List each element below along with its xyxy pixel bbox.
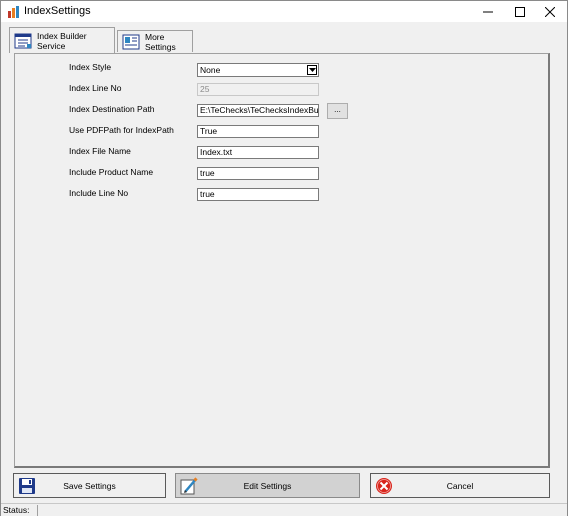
- index-style-value: None: [200, 65, 221, 75]
- index-destination-path-field[interactable]: E:\TeChecks\TeChecksIndexBuilder\: [197, 104, 319, 117]
- minimize-icon: [483, 11, 493, 12]
- tab-index-builder-service[interactable]: Index Builder Service: [9, 27, 115, 53]
- title-bar: IndexSettings: [1, 1, 567, 22]
- edit-pencil-icon: [180, 477, 198, 495]
- index-line-no-label: Index Line No: [69, 83, 122, 93]
- window-title: IndexSettings: [24, 5, 91, 17]
- minimize-button[interactable]: [471, 1, 505, 22]
- cancel-label: Cancel: [446, 480, 474, 491]
- tab-more-settings[interactable]: More Settings: [117, 30, 193, 52]
- maximize-button[interactable]: [503, 1, 537, 22]
- tab-label: More Settings: [145, 31, 176, 52]
- use-pdfpath-field[interactable]: True: [197, 125, 319, 138]
- app-icon: [7, 5, 21, 19]
- browse-button[interactable]: ...: [327, 103, 348, 119]
- use-pdfpath-label: Use PDFPath for IndexPath: [69, 125, 174, 135]
- maximize-icon: [515, 6, 525, 17]
- save-settings-label: Save Settings: [63, 480, 116, 491]
- include-product-name-field[interactable]: true: [197, 167, 319, 180]
- tab-label: Index Builder Service: [37, 30, 87, 51]
- include-product-name-label: Include Product Name: [69, 167, 154, 177]
- index-file-name-field[interactable]: Index.txt: [197, 146, 319, 159]
- cancel-button[interactable]: Cancel: [370, 473, 550, 498]
- status-label: Status:: [3, 505, 30, 515]
- index-style-select[interactable]: None: [197, 63, 319, 77]
- index-file-name-label: Index File Name: [69, 146, 131, 156]
- tab-strip: Index Builder Service More Settings: [9, 27, 559, 53]
- cancel-x-icon: [375, 477, 393, 495]
- save-settings-button[interactable]: Save Settings: [13, 473, 166, 498]
- chevron-down-icon[interactable]: [307, 65, 317, 75]
- include-line-no-label: Include Line No: [69, 188, 129, 198]
- index-destination-path-label: Index Destination Path: [69, 104, 155, 114]
- floppy-disk-icon: [18, 477, 36, 495]
- status-bar: Status:: [1, 503, 567, 516]
- close-button[interactable]: [533, 1, 567, 22]
- settings-window: IndexSettings Index Builder Service More…: [0, 0, 568, 516]
- card-icon: [122, 34, 140, 50]
- index-line-no-field[interactable]: 25: [197, 83, 319, 96]
- edit-settings-label: Edit Settings: [243, 480, 292, 491]
- edit-settings-button[interactable]: Edit Settings: [175, 473, 360, 498]
- list-icon: [14, 33, 32, 49]
- index-style-label: Index Style: [69, 62, 112, 72]
- status-separator: [37, 505, 38, 516]
- include-line-no-field[interactable]: true: [197, 188, 319, 201]
- close-icon: [545, 6, 555, 17]
